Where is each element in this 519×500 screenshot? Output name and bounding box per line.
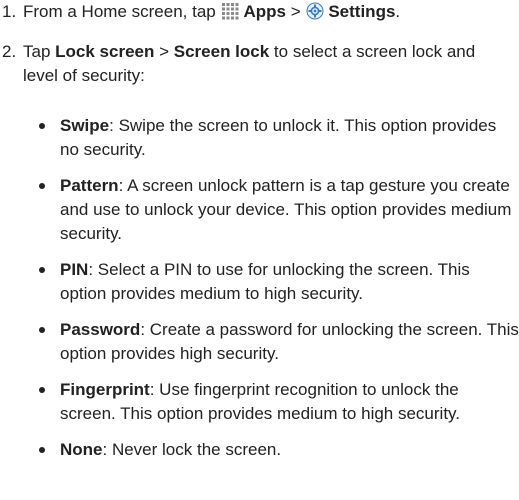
list-item: Password: Create a password for unlockin…: [0, 318, 519, 366]
bullet-icon: [39, 327, 45, 333]
separator: >: [285, 2, 306, 21]
option-desc: : Swipe the screen to unlock it. This op…: [60, 116, 497, 159]
bullet-icon: [39, 267, 45, 273]
option-desc: : Select a PIN to use for unlocking the …: [60, 260, 470, 303]
step-2: 2. Tap Lock screen > Screen lock to sele…: [0, 40, 511, 88]
settings-label: Settings: [328, 2, 396, 21]
step-suffix: .: [395, 2, 401, 21]
list-item: Pattern: A screen unlock pattern is a ta…: [0, 174, 519, 246]
option-term: Pattern: [60, 176, 119, 195]
separator: >: [154, 42, 174, 61]
list-item: None: Never lock the screen.: [0, 438, 519, 462]
option-term: Fingerprint: [60, 380, 150, 399]
list-item: Swipe: Swipe the screen to unlock it. Th…: [0, 114, 519, 162]
bullet-icon: [39, 447, 45, 453]
list-item: Fingerprint: Use fingerprint recognition…: [0, 378, 519, 426]
option-desc: : A screen unlock pattern is a tap gestu…: [60, 176, 512, 243]
apps-grid-icon: [221, 2, 239, 20]
instructions-document: 1. From a Home screen, tap Apps > Settin…: [0, 0, 519, 500]
step-number: 2.: [2, 42, 17, 61]
step-text: Tap Lock screen > Screen lock to select …: [23, 40, 511, 88]
step-prefix: Tap: [23, 42, 56, 61]
option-term: None: [60, 440, 103, 459]
settings-gear-icon: [306, 2, 324, 20]
option-term: PIN: [60, 260, 89, 279]
bullet-icon: [39, 123, 45, 129]
bullet-icon: [39, 183, 45, 189]
step-number: 1.: [2, 2, 17, 21]
step-1: 1. From a Home screen, tap Apps > Settin…: [0, 0, 511, 24]
option-term: Password: [60, 320, 141, 339]
step-prefix: From a Home screen, tap: [23, 2, 221, 21]
lock-options-list: Swipe: Swipe the screen to unlock it. Th…: [0, 114, 519, 474]
option-desc: : Never lock the screen.: [102, 440, 282, 459]
apps-label: Apps: [243, 2, 286, 21]
bullet-icon: [39, 387, 45, 393]
screen-lock-label: Screen lock: [173, 42, 270, 61]
lock-screen-label: Lock screen: [55, 42, 155, 61]
list-item: PIN: Select a PIN to use for unlocking t…: [0, 258, 519, 306]
option-term: Swipe: [60, 116, 110, 135]
step-text: From a Home screen, tap Apps > Settings.: [23, 0, 511, 24]
